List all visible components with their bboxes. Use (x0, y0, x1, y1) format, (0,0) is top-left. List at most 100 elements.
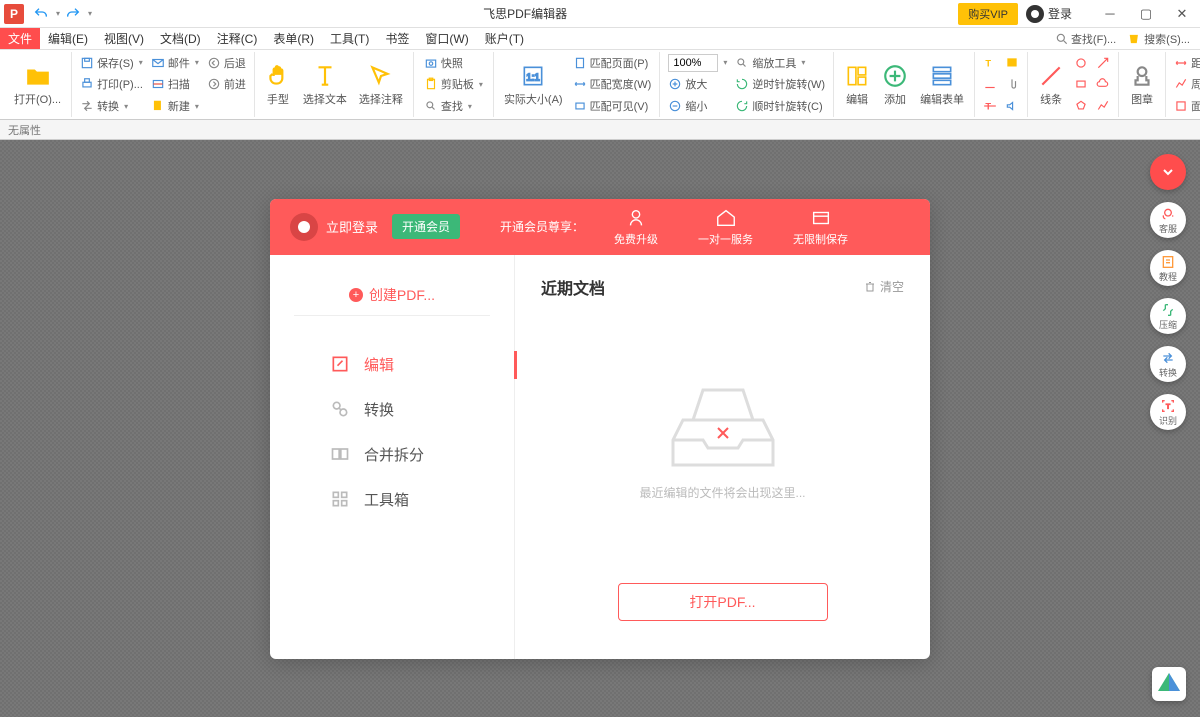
sidebar-item-convert[interactable]: 转换 (270, 387, 514, 432)
ribbon-toolbar: 打开(O)... 保存(S)▾ 打印(P)... 转换▾ 邮件▾ 扫描 新建▾ … (0, 50, 1200, 120)
menu-bookmark[interactable]: 书签 (377, 28, 417, 49)
rotate-ccw-button[interactable]: 逆时针旋转(W) (731, 74, 829, 94)
zoom-out-button[interactable]: 缩小 (664, 96, 731, 116)
rotate-cw-button[interactable]: 顺时针旋转(C) (731, 96, 829, 116)
buy-vip-button[interactable]: 购买VIP (958, 3, 1018, 25)
close-button[interactable]: ✕ (1164, 1, 1200, 27)
stamp-tool[interactable]: 图章 (1123, 52, 1161, 117)
rect-tool[interactable] (1070, 74, 1092, 94)
cloud-tool[interactable] (1092, 74, 1114, 94)
float-tutorial[interactable]: 教程 (1150, 250, 1186, 286)
zoom-in-button[interactable]: 放大 (664, 74, 731, 94)
sidebar-item-edit[interactable]: 编辑 (270, 342, 514, 387)
welcome-panel: 立即登录 开通会员 开通会员尊享： 免费升级 一对一服务 无限制保存 + 创建P… (270, 199, 930, 659)
save-button[interactable]: 保存(S)▾ (76, 53, 147, 73)
menu-form[interactable]: 表单(R) (265, 28, 322, 49)
open-vip-button[interactable]: 开通会员 (392, 214, 460, 239)
redo-button[interactable] (60, 3, 86, 25)
login-button[interactable]: 登录 (1026, 5, 1072, 23)
collapse-float-button[interactable] (1150, 154, 1186, 190)
float-ocr[interactable]: T识别 (1150, 394, 1186, 430)
fit-visible-button[interactable]: 匹配可见(V) (569, 96, 656, 116)
convert-button[interactable]: 转换▾ (76, 96, 147, 116)
promo-service[interactable]: 一对一服务 (698, 207, 753, 247)
area-tool[interactable]: 面积▾ (1170, 96, 1200, 116)
sidebar-item-merge[interactable]: 合并拆分 (270, 432, 514, 477)
forward-button[interactable]: 前进 (203, 74, 250, 94)
zoom-input[interactable] (668, 54, 718, 72)
circle-tool[interactable] (1070, 53, 1092, 73)
arrow-tool[interactable] (1092, 53, 1114, 73)
clear-recent-button[interactable]: 清空 (864, 278, 904, 295)
menu-edit[interactable]: 编辑(E) (40, 28, 96, 49)
promo-upgrade[interactable]: 免费升级 (614, 207, 658, 247)
welcome-sidebar: + 创建PDF... 编辑 转换 合并拆分 工具箱 (270, 255, 515, 659)
highlight-tool[interactable] (979, 74, 1001, 94)
svg-text:1:1: 1:1 (526, 72, 540, 83)
svg-text:T: T (1166, 403, 1170, 410)
float-service[interactable]: 客服 (1150, 202, 1186, 238)
fit-page-button[interactable]: 匹配页面(P) (569, 53, 656, 73)
menu-view[interactable]: 视图(V) (96, 28, 152, 49)
empty-text: 最近编辑的文件将会出现这里... (639, 484, 805, 501)
polyline-tool[interactable] (1092, 96, 1114, 116)
strike-tool[interactable]: T (979, 96, 1001, 116)
find-tool-button[interactable]: 查找▾ (420, 96, 487, 116)
email-button[interactable]: 邮件▾ (147, 53, 203, 73)
back-button[interactable]: 后退 (203, 53, 250, 73)
clipboard-button[interactable]: 剪贴板▾ (420, 74, 487, 94)
brand-float-icon[interactable] (1152, 667, 1186, 701)
promo-label: 开通会员尊享： (500, 218, 584, 235)
fit-width-button[interactable]: 匹配宽度(W) (569, 74, 656, 94)
welcome-login-button[interactable]: 立即登录 (290, 213, 378, 241)
zoom-value[interactable]: ▾ (664, 53, 731, 73)
app-icon: P (4, 4, 24, 24)
float-compress[interactable]: 压缩 (1150, 298, 1186, 334)
hand-tool[interactable]: 手型 (259, 52, 297, 117)
float-convert[interactable]: 转换 (1150, 346, 1186, 382)
scan-button[interactable]: 扫描 (147, 74, 203, 94)
welcome-header: 立即登录 开通会员 开通会员尊享： 免费升级 一对一服务 无限制保存 (270, 199, 930, 255)
select-annotation-tool[interactable]: 选择注释 (353, 52, 409, 117)
menu-window[interactable]: 窗口(W) (417, 28, 476, 49)
workspace: 立即登录 开通会员 开通会员尊享： 免费升级 一对一服务 无限制保存 + 创建P… (0, 140, 1200, 717)
line-tool[interactable]: 线条 (1032, 52, 1070, 117)
minimize-button[interactable]: ─ (1092, 1, 1128, 27)
maximize-button[interactable]: ▢ (1128, 1, 1164, 27)
open-button[interactable]: 打开(O)... (8, 52, 67, 117)
note-tool[interactable] (1001, 53, 1023, 73)
sidebar-item-toolbox[interactable]: 工具箱 (270, 477, 514, 522)
new-button[interactable]: 新建▾ (147, 96, 203, 116)
menu-comment[interactable]: 注释(C) (209, 28, 266, 49)
undo-button[interactable] (28, 3, 54, 25)
distance-tool[interactable]: 距离▾ (1170, 53, 1200, 73)
menu-tools[interactable]: 工具(T) (322, 28, 377, 49)
menu-file[interactable]: 文件 (0, 28, 40, 49)
properties-bar: 无属性 (0, 120, 1200, 140)
print-button[interactable]: 打印(P)... (76, 74, 147, 94)
text-tool[interactable]: T (979, 53, 1001, 73)
polygon-tool[interactable] (1070, 96, 1092, 116)
svg-text:T: T (985, 58, 991, 68)
perimeter-tool[interactable]: 周长▾ (1170, 74, 1200, 94)
sound-tool[interactable] (1001, 96, 1023, 116)
select-text-tool[interactable]: 选择文本 (297, 52, 353, 117)
open-pdf-button[interactable]: 打开PDF... (618, 583, 828, 621)
menu-account[interactable]: 账户(T) (477, 28, 532, 49)
edit-form-tool[interactable]: 编辑表单 (914, 52, 970, 117)
search-button[interactable]: 搜索(S)... (1124, 31, 1194, 47)
promo-save[interactable]: 无限制保存 (793, 207, 848, 247)
empty-inbox-icon (663, 380, 783, 470)
edit-tool[interactable]: 编辑 (838, 52, 876, 117)
menu-bar: 文件 编辑(E) 视图(V) 文档(D) 注释(C) 表单(R) 工具(T) 书… (0, 28, 1200, 50)
create-pdf-button[interactable]: + 创建PDF... (294, 275, 490, 316)
window-title: 飞思PDF编辑器 (92, 5, 958, 22)
add-tool[interactable]: 添加 (876, 52, 914, 117)
snapshot-button[interactable]: 快照 (420, 53, 487, 73)
recent-title: 近期文档 (541, 275, 605, 299)
find-button[interactable]: 查找(F)... (1051, 31, 1120, 47)
menu-document[interactable]: 文档(D) (152, 28, 209, 49)
zoom-tool-button[interactable]: 缩放工具▾ (731, 53, 829, 73)
attach-tool[interactable] (1001, 74, 1023, 94)
actual-size-button[interactable]: 1:1实际大小(A) (498, 52, 569, 117)
